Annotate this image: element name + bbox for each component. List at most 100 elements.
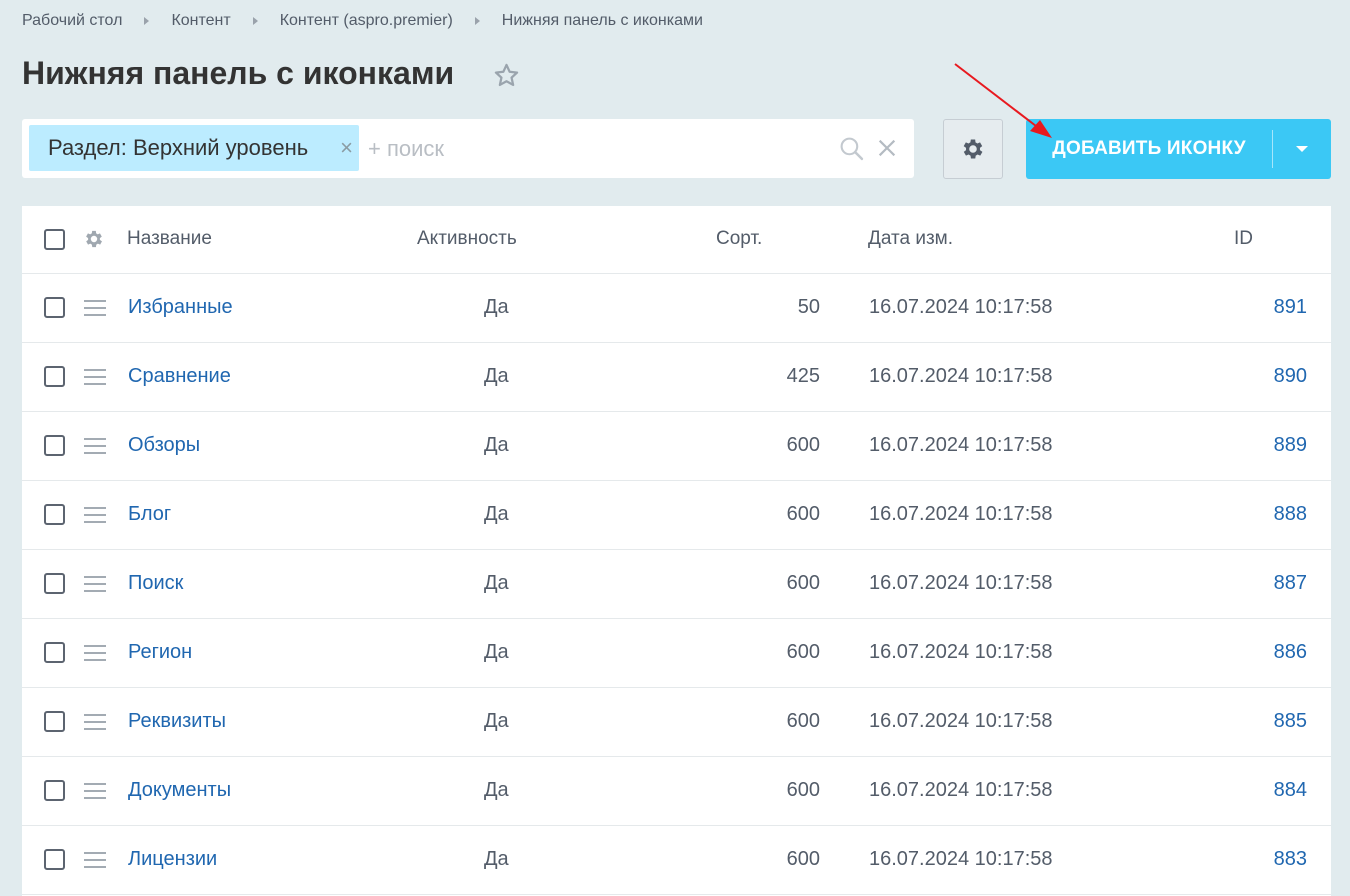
settings-button[interactable]: [943, 119, 1003, 179]
row-checkbox[interactable]: [44, 849, 65, 870]
filter-tag[interactable]: Раздел: Верхний уровень ×: [29, 125, 359, 171]
row-checkbox[interactable]: [44, 366, 65, 387]
row-date: 16.07.2024 10:17:58: [869, 848, 1053, 870]
items-table: Название Активность Сорт. Дата изм. ID И…: [22, 206, 1331, 896]
row-active: Да: [484, 365, 509, 387]
row-checkbox[interactable]: [44, 297, 65, 318]
select-all-checkbox[interactable]: [44, 229, 65, 250]
add-button-dropdown[interactable]: [1273, 119, 1331, 179]
drag-handle-icon[interactable]: [84, 714, 106, 730]
filter-search-bar[interactable]: Раздел: Верхний уровень ×: [22, 119, 914, 178]
row-name-link[interactable]: Лицензии: [128, 848, 217, 871]
row-id-link[interactable]: 887: [1274, 572, 1307, 595]
row-name-link[interactable]: Документы: [128, 779, 231, 802]
row-sort: 425: [786, 365, 820, 387]
row-id-link[interactable]: 889: [1274, 434, 1307, 457]
row-name-link[interactable]: Регион: [128, 641, 192, 664]
row-checkbox[interactable]: [44, 711, 65, 732]
column-header-id[interactable]: ID: [1234, 228, 1253, 250]
gear-icon[interactable]: [83, 228, 105, 250]
row-date: 16.07.2024 10:17:58: [869, 779, 1053, 801]
row-name-link[interactable]: Реквизиты: [128, 710, 226, 733]
row-id-link[interactable]: 885: [1274, 710, 1307, 733]
search-input[interactable]: [366, 129, 830, 169]
breadcrumb-item-current[interactable]: Нижняя панель с иконками: [502, 12, 703, 30]
row-active: Да: [484, 296, 509, 318]
row-id-link[interactable]: 884: [1274, 779, 1307, 802]
drag-handle-icon[interactable]: [84, 852, 106, 868]
breadcrumb-separator-icon: [144, 17, 150, 25]
row-name-link[interactable]: Обзоры: [128, 434, 200, 457]
row-name-link[interactable]: Блог: [128, 503, 171, 526]
breadcrumb-item-content-aspro[interactable]: Контент (aspro.premier): [280, 12, 453, 30]
row-sort: 600: [786, 779, 820, 801]
star-icon[interactable]: [493, 62, 520, 89]
page-title: Нижняя панель с иконками: [22, 55, 455, 91]
row-id-link[interactable]: 886: [1274, 641, 1307, 664]
table-row[interactable]: Лицензии Да 600 16.07.2024 10:17:58 883: [22, 826, 1331, 895]
row-date: 16.07.2024 10:17:58: [869, 641, 1053, 663]
add-icon-button-label: ДОБАВИТЬ ИКОНКУ: [1052, 138, 1246, 159]
row-active: Да: [484, 641, 509, 663]
row-checkbox[interactable]: [44, 573, 65, 594]
table-row[interactable]: Обзоры Да 600 16.07.2024 10:17:58 889: [22, 412, 1331, 481]
row-id-link[interactable]: 890: [1274, 365, 1307, 388]
close-icon[interactable]: [876, 137, 898, 159]
row-date: 16.07.2024 10:17:58: [869, 710, 1053, 732]
row-sort: 50: [797, 296, 820, 318]
row-date: 16.07.2024 10:17:58: [869, 365, 1053, 387]
row-id-link[interactable]: 888: [1274, 503, 1307, 526]
drag-handle-icon[interactable]: [84, 576, 106, 592]
breadcrumb-item-content[interactable]: Контент: [171, 12, 230, 30]
row-sort: 600: [786, 710, 820, 732]
row-date: 16.07.2024 10:17:58: [869, 434, 1053, 456]
row-name-link[interactable]: Избранные: [128, 296, 233, 319]
drag-handle-icon[interactable]: [84, 507, 106, 523]
table-row[interactable]: Блог Да 600 16.07.2024 10:17:58 888: [22, 481, 1331, 550]
add-icon-button[interactable]: ДОБАВИТЬ ИКОНКУ: [1026, 119, 1331, 179]
row-active: Да: [484, 710, 509, 732]
column-header-active[interactable]: Активность: [417, 228, 517, 250]
table-row[interactable]: Документы Да 600 16.07.2024 10:17:58 884: [22, 757, 1331, 826]
row-sort: 600: [786, 641, 820, 663]
row-sort: 600: [786, 572, 820, 594]
row-checkbox[interactable]: [44, 642, 65, 663]
chevron-down-icon: [1296, 146, 1308, 152]
row-id-link[interactable]: 883: [1274, 848, 1307, 871]
row-date: 16.07.2024 10:17:58: [869, 572, 1053, 594]
table-header: Название Активность Сорт. Дата изм. ID: [22, 206, 1331, 274]
row-id-link[interactable]: 891: [1274, 296, 1307, 319]
table-row[interactable]: Регион Да 600 16.07.2024 10:17:58 886: [22, 619, 1331, 688]
row-name-link[interactable]: Сравнение: [128, 365, 231, 388]
table-row[interactable]: Избранные Да 50 16.07.2024 10:17:58 891: [22, 274, 1331, 343]
row-checkbox[interactable]: [44, 504, 65, 525]
breadcrumb-separator-icon: [252, 17, 258, 25]
breadcrumb: Рабочий стол Контент Контент (aspro.prem…: [22, 11, 703, 31]
row-active: Да: [484, 848, 509, 870]
drag-handle-icon[interactable]: [84, 645, 106, 661]
table-row[interactable]: Реквизиты Да 600 16.07.2024 10:17:58 885: [22, 688, 1331, 757]
column-header-name[interactable]: Название: [127, 228, 212, 250]
table-row[interactable]: Сравнение Да 425 16.07.2024 10:17:58 890: [22, 343, 1331, 412]
row-sort: 600: [786, 848, 820, 870]
column-header-date[interactable]: Дата изм.: [868, 228, 953, 250]
search-icon[interactable]: [839, 136, 864, 161]
drag-handle-icon[interactable]: [84, 783, 106, 799]
row-date: 16.07.2024 10:17:58: [869, 503, 1053, 525]
filter-tag-label: Раздел: Верхний уровень: [48, 135, 309, 160]
gear-icon: [963, 139, 983, 159]
breadcrumb-item-desktop[interactable]: Рабочий стол: [22, 12, 122, 30]
row-checkbox[interactable]: [44, 780, 65, 801]
row-active: Да: [484, 779, 509, 801]
row-active: Да: [484, 434, 509, 456]
filter-tag-close-icon[interactable]: ×: [340, 137, 353, 159]
column-header-sort[interactable]: Сорт.: [716, 228, 762, 250]
drag-handle-icon[interactable]: [84, 369, 106, 385]
drag-handle-icon[interactable]: [84, 300, 106, 316]
row-active: Да: [484, 572, 509, 594]
table-row[interactable]: Поиск Да 600 16.07.2024 10:17:58 887: [22, 550, 1331, 619]
drag-handle-icon[interactable]: [84, 438, 106, 454]
row-checkbox[interactable]: [44, 435, 65, 456]
row-name-link[interactable]: Поиск: [128, 572, 183, 595]
row-sort: 600: [786, 503, 820, 525]
